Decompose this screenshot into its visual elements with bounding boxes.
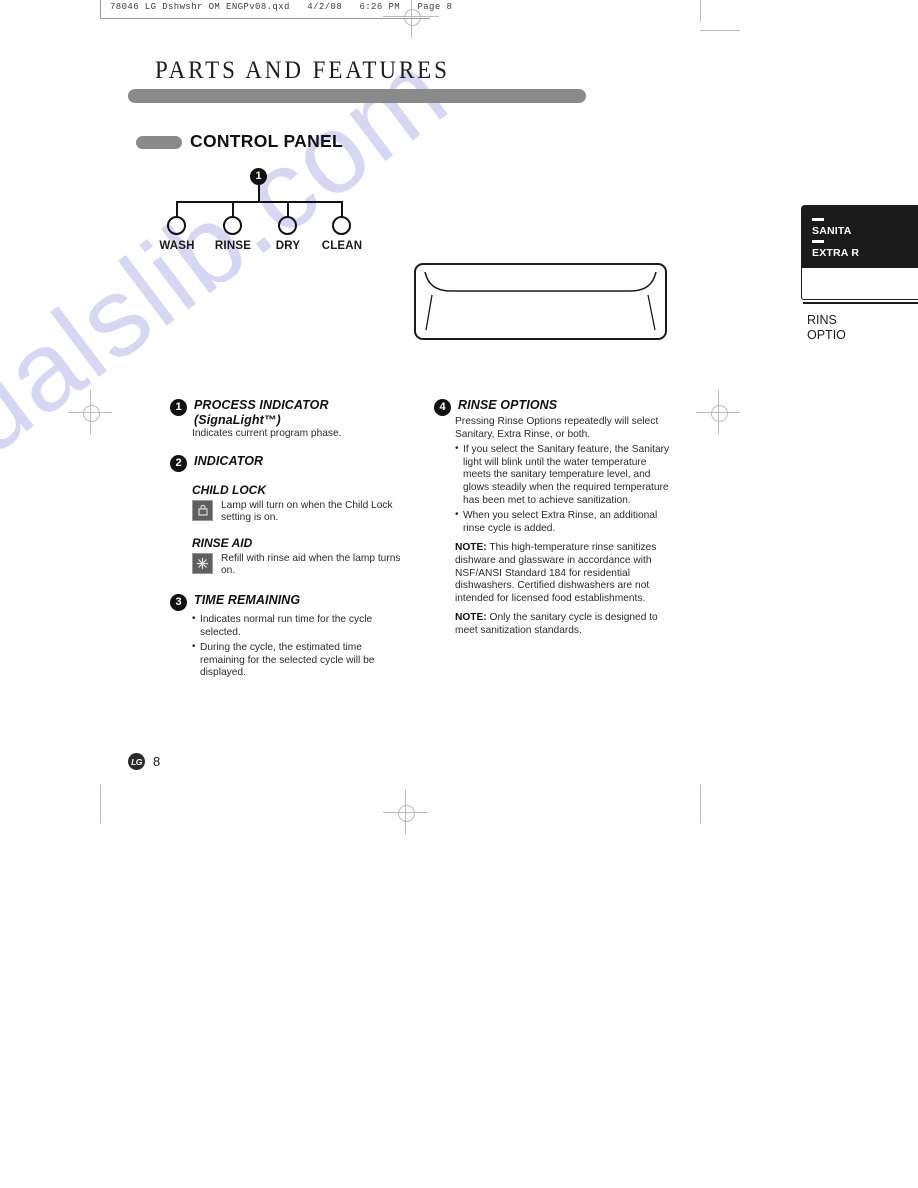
item-process-indicator: 1 PROCESS INDICATOR (SignaLight™) Indica… <box>170 398 402 441</box>
section-bullet-pill <box>136 136 182 149</box>
diagram-stem <box>258 185 260 202</box>
title-rule-bar <box>128 89 586 103</box>
lg-logo-icon: LG <box>128 753 145 770</box>
rinse-aid-text: Refill with rinse aid when the lamp turn… <box>221 552 401 577</box>
item-rinse-options-title: RINSE OPTIONS <box>458 398 558 412</box>
indicator-lamp-wash <box>167 216 186 235</box>
callout-badge-3: 3 <box>170 593 187 611</box>
list-item: During the cycle, the estimated time rem… <box>192 641 402 680</box>
rinse-options-bullets: If you select the Sanitary feature, the … <box>455 443 674 535</box>
item-time-remaining: 3 TIME REMAINING Indicates normal run ti… <box>170 593 402 680</box>
rinse-options-text: Pressing Rinse Options repeatedly will s… <box>455 416 659 440</box>
callout-badge-1: 1 <box>170 399 187 416</box>
right-text-column: 4 RINSE OPTIONS Pressing Rinse Options r… <box>434 398 674 640</box>
callout-badge-4: 4 <box>434 399 451 416</box>
rinse-aid-row: Refill with rinse aid when the lamp turn… <box>192 552 402 578</box>
indicator-label-clean: CLEAN <box>321 240 363 252</box>
rinse-aid-heading: RINSE AID <box>192 535 253 550</box>
panel-detail-underline <box>803 302 918 304</box>
indicator-lamp-dry <box>278 216 297 235</box>
crop-line-top-right <box>700 0 701 22</box>
item-indicator: 2 INDICATOR CHILD LOCK Lamp will turn on… <box>170 454 402 578</box>
diagram-rail <box>176 201 341 203</box>
item-rinse-options: 4 RINSE OPTIONS Pressing Rinse Options r… <box>434 398 674 638</box>
indicator-label-wash: WASH <box>159 240 195 252</box>
diagram-callout-1: 1 <box>250 168 267 185</box>
starburst-icon <box>192 552 213 574</box>
item-process-indicator-text: Indicates current program phase. <box>192 428 342 439</box>
child-lock-heading: CHILD LOCK <box>192 482 266 497</box>
indicator-label-rinse: RINSE <box>214 240 252 252</box>
item-process-indicator-head: 1 PROCESS INDICATOR (SignaLight™) <box>170 398 402 428</box>
registration-mark-bottom <box>383 790 427 834</box>
list-item: When you select Extra Rinse, an addition… <box>455 509 674 535</box>
indicator-label-dry: DRY <box>275 240 301 252</box>
panel-caption-line-2: OPTIO <box>807 328 846 342</box>
item-time-remaining-title: TIME REMAINING <box>194 592 301 607</box>
callout-badge: 1 <box>250 168 267 185</box>
sanitary-indicator-dash <box>812 218 824 221</box>
extra-rinse-indicator-dash <box>812 240 824 243</box>
registration-mark-right <box>696 390 740 434</box>
callout-badge-2: 2 <box>170 454 187 472</box>
time-remaining-bullets: Indicates normal run time for the cycle … <box>192 613 402 680</box>
item-time-remaining-head: 3 TIME REMAINING <box>170 593 402 611</box>
panel-option-extra-rinse: EXTRA R <box>812 247 860 259</box>
rinse-options-note-1: NOTE: This high-temperature rinse saniti… <box>455 542 674 605</box>
crop-line-right-bottom <box>700 785 701 823</box>
starburst-icon-glyph <box>196 557 209 569</box>
crop-line-top-right-h <box>700 30 740 31</box>
padlock-icon-glyph <box>197 504 208 516</box>
item-indicator-title: INDICATOR <box>194 453 264 468</box>
note-label-2: NOTE: <box>455 612 487 624</box>
item-process-indicator-title: PROCESS INDICATOR (SignaLight™) <box>194 398 329 427</box>
section-title: CONTROL PANEL <box>190 131 343 151</box>
print-slug-text: 78046 LG Dshwshr OM ENGPv08.qxd 4/2/08 6… <box>110 2 453 12</box>
indicator-lamp-clean <box>332 216 351 235</box>
list-item: Indicates normal run time for the cycle … <box>192 613 402 639</box>
panel-detail-button-face <box>801 267 918 300</box>
panel-caption: RINS OPTIO <box>807 313 846 343</box>
padlock-icon <box>192 499 213 521</box>
left-text-column: 1 PROCESS INDICATOR (SignaLight™) Indica… <box>170 398 402 683</box>
child-lock-text: Lamp will turn on when the Child Lock se… <box>221 499 393 524</box>
item-indicator-head: 2 INDICATOR <box>170 454 402 472</box>
page-footer: LG 8 <box>128 753 160 770</box>
display-window-inner-lines <box>424 271 657 331</box>
panel-caption-line-1: RINS <box>807 313 837 327</box>
display-window-illustration <box>414 263 667 340</box>
registration-mark-left <box>68 390 112 434</box>
panel-option-sanitary: SANITA <box>812 225 852 237</box>
item-rinse-options-head: 4 RINSE OPTIONS <box>434 398 674 416</box>
indicator-lamp-rinse <box>223 216 242 235</box>
page-number: 8 <box>153 754 161 769</box>
child-lock-row: Lamp will turn on when the Child Lock se… <box>192 499 402 525</box>
rinse-options-note-2: NOTE: Only the sanitary cycle is designe… <box>455 612 674 637</box>
note-label-1: NOTE: <box>455 542 487 554</box>
page-title: PARTS AND FEATURES <box>155 57 450 84</box>
list-item: If you select the Sanitary feature, the … <box>455 443 674 507</box>
crop-line-left-bottom <box>100 785 101 823</box>
